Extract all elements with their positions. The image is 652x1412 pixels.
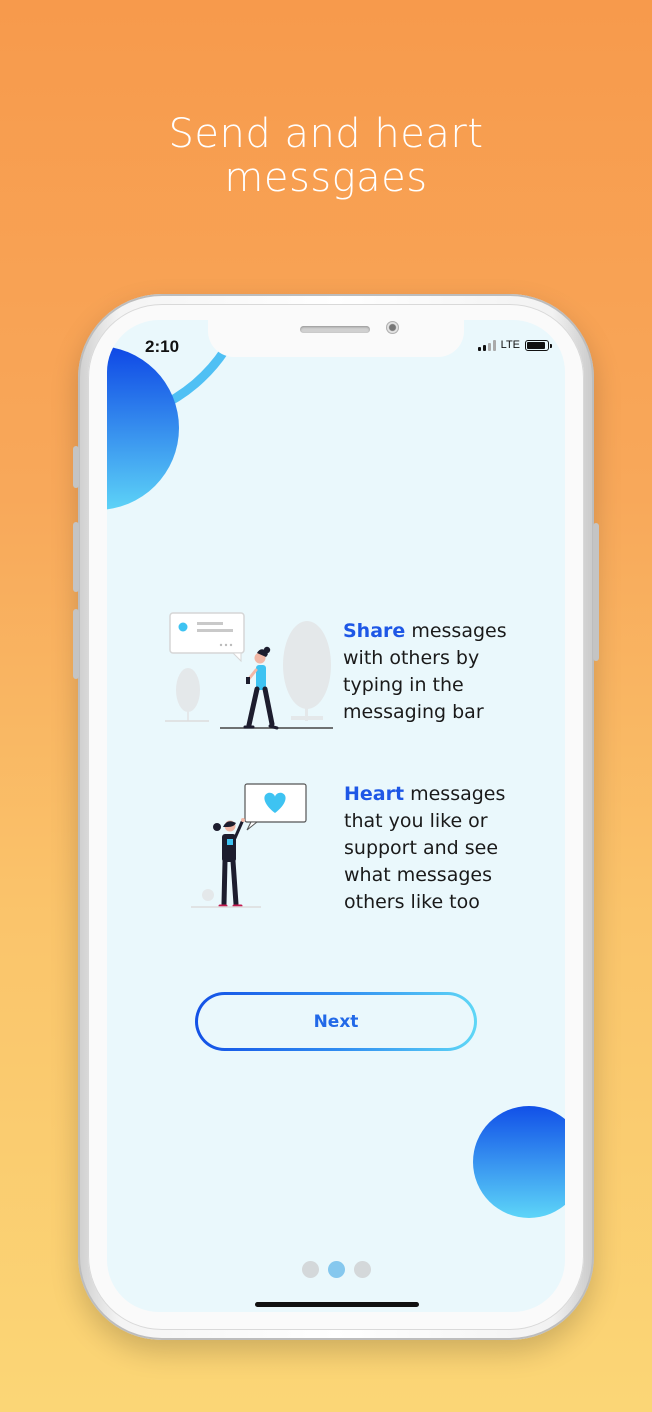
phone-notch xyxy=(208,320,464,357)
page-indicator-2[interactable] xyxy=(328,1261,345,1278)
headline-line-1: Send and heart xyxy=(168,111,484,157)
network-type: LTE xyxy=(500,339,520,351)
heart-keyword: Heart xyxy=(344,783,405,805)
next-button-label: Next xyxy=(198,995,474,1048)
status-time: 2:10 xyxy=(145,337,180,356)
message-card xyxy=(169,612,245,654)
page-indicator-1[interactable] xyxy=(302,1261,319,1278)
share-illustration xyxy=(165,612,333,730)
share-keyword: Share xyxy=(343,620,406,642)
phone-mute-switch xyxy=(73,446,79,488)
next-button[interactable]: Next xyxy=(195,992,477,1051)
heart-illustration xyxy=(191,783,307,908)
signal-icon xyxy=(477,339,496,351)
earpiece-speaker xyxy=(300,326,370,333)
headline-line-2: messgaes xyxy=(224,155,428,201)
blue-circle-decoration xyxy=(107,346,179,510)
battery-icon xyxy=(525,339,552,351)
phone-screen: 2:10 LTE Share messages with others by t… xyxy=(107,320,565,1312)
status-indicators: LTE xyxy=(477,339,552,351)
chat-bubble-decoration xyxy=(202,889,214,901)
phone-power-button xyxy=(593,523,599,661)
home-indicator[interactable] xyxy=(255,1302,419,1307)
heart-feature-text: Heart messages that you like or support … xyxy=(344,781,519,916)
pagination-dots xyxy=(302,1261,371,1278)
phone-volume-down-button xyxy=(73,609,79,679)
phone-volume-up-button xyxy=(73,522,79,592)
share-feature-text: Share messages with others by typing in … xyxy=(343,618,523,726)
page-indicator-3[interactable] xyxy=(354,1261,371,1278)
page-headline: Send and heart messgaes xyxy=(0,112,652,200)
front-camera xyxy=(386,321,399,334)
blue-circle-decoration-bottom xyxy=(473,1106,565,1218)
